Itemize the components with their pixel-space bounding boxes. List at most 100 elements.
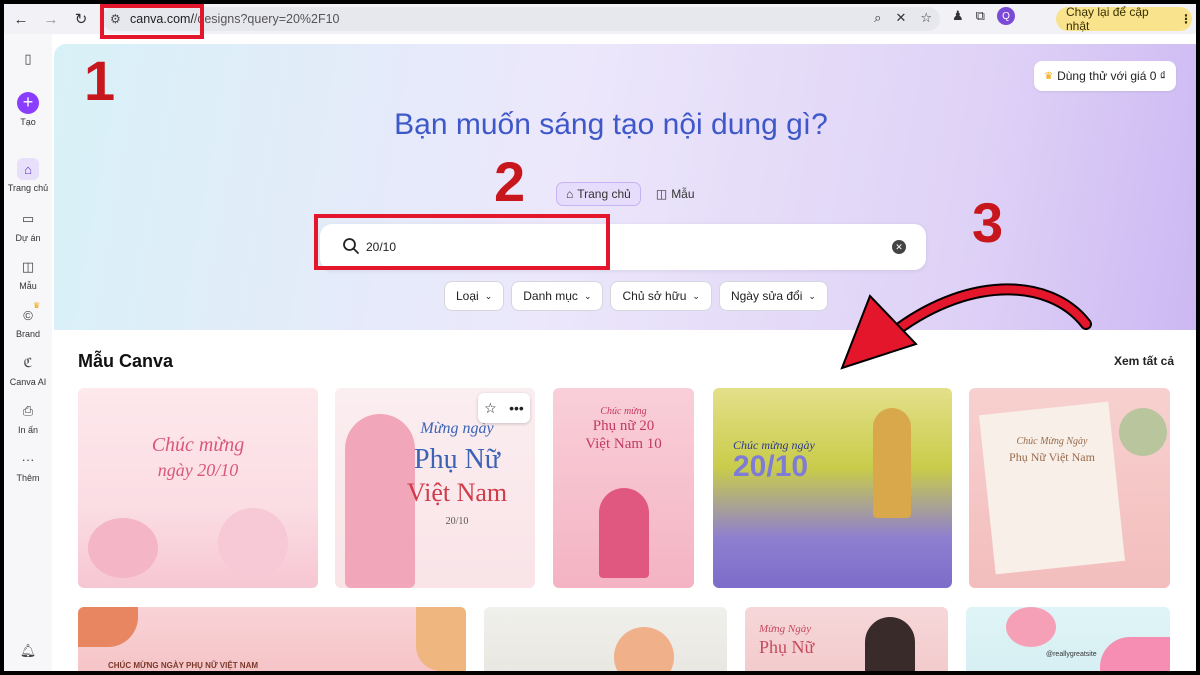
flower-illustration [88, 518, 158, 578]
annotation-number-2: 2 [494, 150, 526, 213]
sidebar-label: Canva AI [9, 377, 47, 387]
crown-icon: ♛ [1044, 70, 1054, 82]
filter-label: Danh mục [523, 289, 578, 303]
card-text: Mừng Ngày [759, 623, 812, 635]
folder-icon: ▭ [21, 211, 35, 226]
account-icon[interactable]: ♟ [952, 8, 964, 24]
more-horiz-icon: ··· [21, 451, 35, 467]
sidebar-item-create[interactable]: + Tạo [4, 92, 52, 127]
bow-illustration [1006, 607, 1056, 647]
reload-icon[interactable]: ↻ [68, 6, 94, 32]
card-text: CHÚC MỪNG NGÀY PHỤ NỮ VIỆT NAM [108, 661, 259, 670]
annotation-arrow [840, 283, 1092, 370]
card-text: Chúc mừng [600, 406, 647, 417]
bell-icon: 🔔︎ [19, 643, 37, 658]
woman-illustration [614, 627, 674, 671]
filter-label: Loại [456, 289, 479, 303]
sidebar-item-print[interactable]: ⎙ In ấn [4, 400, 52, 435]
template-icon: ◫ [655, 187, 668, 201]
tab-templates[interactable]: ◫ Mẫu [647, 182, 704, 206]
bear-illustration [218, 508, 288, 578]
tab-label: Trang chủ [577, 187, 631, 201]
address-bar[interactable]: ⚙ canva.com/ /designs?query=20%2F10 ⌕ ✕ … [102, 7, 940, 31]
filter-owner[interactable]: Chủ sở hữu ⌄ [610, 281, 712, 311]
sidebar-item-more[interactable]: ··· Thêm [4, 448, 52, 484]
clear-url-icon[interactable]: ✕ [895, 10, 906, 26]
sidebar-item-projects[interactable]: ▭ Dự án [4, 208, 52, 243]
filter-modified-date[interactable]: Ngày sửa đổi ⌄ [718, 281, 828, 311]
card-text: Chúc Mừng Ngày [1016, 436, 1088, 447]
card-actions: ☆ ••• [478, 393, 530, 423]
trial-label: Dùng thử với giá 0 ₫ [1057, 69, 1166, 83]
woman-photo [865, 617, 915, 671]
annotation-box-url [100, 4, 204, 39]
tulip-illustration [416, 607, 466, 671]
see-all-link[interactable]: Xem tất cả [1114, 354, 1174, 368]
more-horiz-icon[interactable]: ••• [509, 400, 524, 416]
update-button[interactable]: Chạy lại để cập nhật ⋮ [1056, 5, 1192, 33]
more-vert-icon[interactable]: ⋮ [1180, 12, 1192, 26]
annotation-box-search [314, 214, 610, 270]
sidebar-notifications[interactable]: 🔔︎ [4, 640, 52, 665]
filter-type[interactable]: Loại ⌄ [444, 281, 505, 311]
card-text: ngày 20/10 [157, 460, 239, 480]
card-text: Chúc mừng [151, 434, 245, 456]
card-text: Phụ Nữ [759, 637, 815, 657]
star-icon[interactable]: ☆ [484, 400, 497, 417]
back-icon[interactable]: ← [8, 6, 34, 32]
envelope-illustration [1119, 408, 1167, 456]
filter-bar: Loại ⌄ Danh mục ⌄ Chủ sở hữu ⌄ Ngày sửa … [444, 281, 828, 311]
filter-category[interactable]: Danh mục ⌄ [511, 281, 604, 311]
sidebar-label: Mẫu [19, 281, 37, 291]
letter-paper [978, 401, 1126, 575]
template-card-7[interactable] [484, 607, 727, 671]
balloon-illustration [1100, 637, 1170, 671]
template-card-6[interactable]: CHÚC MỪNG NGÀY PHỤ NỮ VIỆT NAM [78, 607, 466, 671]
sidebar-label: In ấn [17, 425, 39, 435]
template-card-9[interactable]: @reallygreatsite [966, 607, 1170, 671]
chevron-down-icon: ⌄ [808, 290, 816, 301]
sidebar-label: Brand [15, 329, 41, 339]
sidebar-item-templates[interactable]: ◫ Mẫu [4, 256, 52, 291]
url-path: /designs?query=20%2F10 [193, 12, 340, 26]
card-text: 20/10 [445, 516, 469, 527]
template-card-5[interactable]: Chúc Mừng Ngày Phụ Nữ Việt Nam [969, 388, 1170, 588]
sidebar-toggle[interactable]: ▯ [4, 48, 52, 73]
chevron-down-icon: ⌄ [692, 290, 700, 301]
template-card-8[interactable]: Mừng Ngày Phụ Nữ [745, 607, 948, 671]
trial-button[interactable]: ♛ Dùng thử với giá 0 ₫ [1034, 61, 1176, 91]
bookmark-star-icon[interactable]: ☆ [920, 10, 932, 26]
chevron-down-icon: ⌄ [484, 290, 493, 301]
card-text: Phụ nữ 20 [592, 418, 655, 434]
sidebar-item-home[interactable]: ⌂ Trang chủ [4, 158, 52, 193]
section-title: Mẫu Canva [78, 351, 174, 371]
filter-label: Ngày sửa đổi [730, 289, 803, 303]
annotation-number-1: 1 [84, 49, 116, 112]
woman-illustration [599, 488, 649, 578]
tab-label: Mẫu [671, 187, 695, 201]
sidebar-item-canva-ai[interactable]: ℭ Canva AI [4, 352, 52, 387]
template-card-1[interactable]: Chúc mừng ngày 20/10 [78, 388, 318, 588]
panel-toggle-icon: ▯ [24, 51, 32, 66]
zoom-icon[interactable]: ⌕ [874, 10, 881, 26]
card-text: Việt Nam 10 [585, 436, 662, 452]
card-text: Việt Nam [406, 478, 508, 507]
woman-illustration [873, 408, 911, 518]
sidebar-item-brand[interactable]: ♛ © Brand [4, 301, 52, 339]
filter-label: Chủ sở hữu [622, 289, 687, 303]
sidebar-label: Thêm [16, 473, 40, 483]
profile-avatar[interactable]: Q [996, 7, 1015, 25]
clear-search-icon[interactable]: ✕ [892, 240, 906, 254]
template-card-4[interactable]: Chúc mừng ngày 20/10 [713, 388, 952, 588]
tab-home[interactable]: ⌂ Trang chủ [556, 182, 641, 206]
chevron-down-icon: ⌄ [583, 290, 592, 301]
page-title: Bạn muốn sáng tạo nội dung gì? [394, 108, 828, 141]
card-text: 20/10 [733, 450, 809, 483]
forward-icon[interactable]: → [38, 6, 64, 32]
home-icon: ⌂ [566, 187, 574, 201]
sidebar-label: Dự án [15, 233, 41, 243]
tulip-illustration [78, 607, 138, 647]
template-card-3[interactable]: Chúc mừng Phụ nữ 20 Việt Nam 10 [553, 388, 694, 588]
sidebar: ▯ + Tạo ⌂ Trang chủ ▭ Dự án ◫ Mẫu ♛ © Br… [4, 34, 52, 671]
extensions-icon[interactable]: ⧉ [976, 8, 985, 24]
